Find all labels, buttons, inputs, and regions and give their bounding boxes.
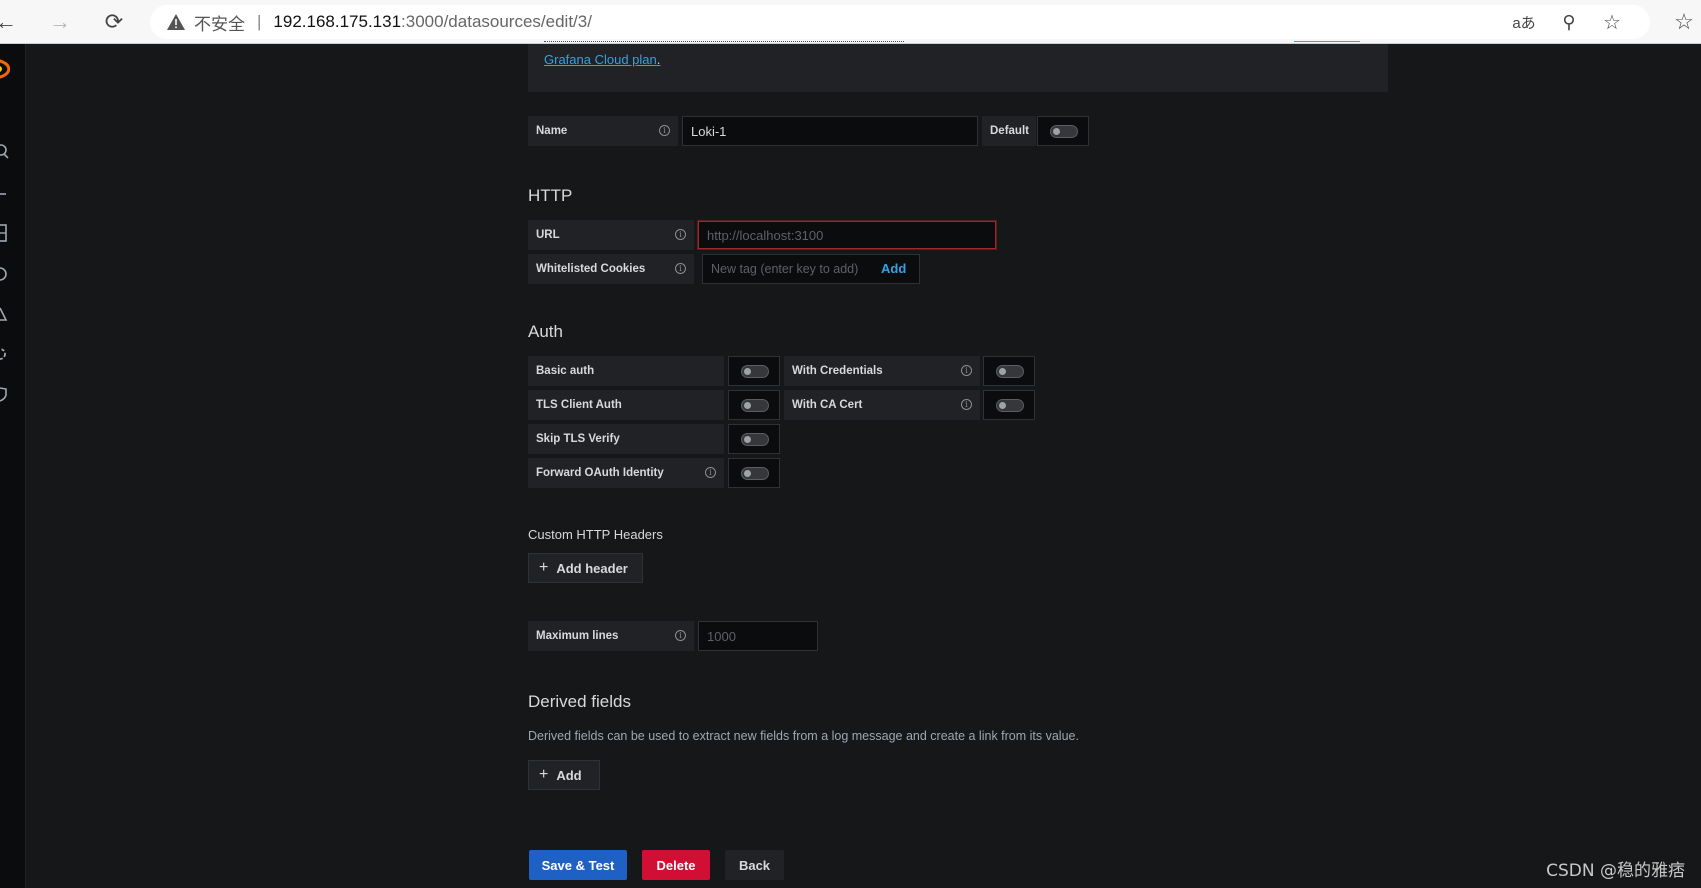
http-section-title: HTTP [528, 186, 573, 205]
url-input[interactable]: http://localhost:3100 [698, 221, 996, 249]
info-icon[interactable]: i [659, 125, 670, 136]
basic-auth-label: Basic auth [528, 356, 724, 386]
zoom-icon[interactable]: ⚲ [1555, 9, 1583, 35]
with-credentials-toggle[interactable] [983, 356, 1035, 386]
custom-headers-title: Custom HTTP Headers [528, 527, 663, 542]
back-icon[interactable]: ← [0, 6, 22, 38]
grafana-logo-icon[interactable] [0, 58, 10, 80]
reload-icon[interactable]: ⟳ [98, 6, 130, 38]
default-toggle[interactable] [1037, 116, 1089, 146]
default-label: Default [982, 116, 1036, 146]
whitelisted-cookies-label: Whitelisted Cookies i [528, 254, 694, 284]
back-button[interactable]: Back [725, 850, 784, 880]
save-and-test-button[interactable]: Save & Test [529, 850, 627, 880]
address-bar[interactable]: 不安全 | 192.168.175.131:3000/datasources/e… [150, 5, 1650, 39]
cookies-add-button[interactable]: Add [881, 261, 906, 276]
basic-auth-toggle[interactable] [728, 356, 780, 386]
add-header-button[interactable]: + Add header [528, 553, 643, 583]
with-credentials-text: With Credentials [792, 365, 883, 377]
derived-fields-description: Derived fields can be used to extract ne… [528, 729, 1079, 743]
forward-icon[interactable]: → [44, 6, 76, 38]
tls-client-auth-label: TLS Client Auth [528, 390, 724, 420]
grafana-cloud-info-box: Grafana Cloud plan. [528, 41, 1388, 92]
plus-icon: + [539, 559, 549, 576]
info-icon[interactable]: i [961, 365, 972, 376]
search-icon[interactable] [0, 144, 10, 160]
insecure-label: 不安全 [194, 14, 245, 35]
add-header-label: Add header [556, 560, 628, 576]
add-derived-field-button[interactable]: + Add [528, 760, 600, 790]
toggle-switch[interactable] [1050, 125, 1078, 138]
auth-section-title: Auth [528, 322, 563, 341]
with-ca-cert-text: With CA Cert [792, 399, 863, 411]
favorites-icon[interactable]: ☆ [1670, 9, 1698, 35]
info-icon[interactable]: i [961, 399, 972, 410]
toggle-switch[interactable] [996, 399, 1024, 412]
maximum-lines-label: Maximum lines i [528, 621, 694, 651]
info-icon[interactable]: i [675, 263, 686, 274]
cookies-label-text: Whitelisted Cookies [536, 263, 646, 275]
cookies-placeholder: New tag (enter key to add) [711, 262, 859, 276]
toggle-switch[interactable] [741, 399, 769, 412]
plus-icon: + [539, 766, 549, 783]
shield-icon[interactable] [0, 386, 10, 402]
dashboards-icon[interactable] [0, 224, 10, 242]
info-icon[interactable]: i [675, 229, 686, 240]
cloud-link-period: . [656, 52, 661, 67]
forward-oauth-text: Forward OAuth Identity [536, 467, 664, 479]
delete-button[interactable]: Delete [642, 850, 710, 880]
warning-icon [167, 14, 185, 30]
cloud-link-text[interactable]: Grafana Cloud plan [544, 52, 657, 67]
add-favorite-icon[interactable]: ☆ [1598, 9, 1626, 35]
maximum-lines-input[interactable]: 1000 [698, 621, 818, 651]
info-icon[interactable]: i [675, 630, 686, 641]
url-label: URL i [528, 220, 694, 250]
with-credentials-label: With Credentials i [784, 356, 980, 386]
forward-oauth-toggle[interactable] [728, 458, 780, 488]
tls-client-auth-toggle[interactable] [728, 390, 780, 420]
name-label-text: Name [536, 125, 568, 137]
derived-fields-title: Derived fields [528, 692, 631, 711]
forward-oauth-label: Forward OAuth Identity i [528, 458, 724, 488]
toggle-switch[interactable] [741, 433, 769, 446]
url-label-text: URL [536, 229, 560, 241]
toggle-switch[interactable] [741, 365, 769, 378]
url-host: 192.168.175.131 [273, 12, 402, 31]
url-path: :3000/datasources/edit/3/ [401, 12, 592, 31]
grafana-cloud-plan-link[interactable]: Grafana Cloud plan. [544, 52, 660, 67]
toggle-switch[interactable] [741, 467, 769, 480]
skip-tls-verify-toggle[interactable] [728, 424, 780, 454]
configuration-icon[interactable] [0, 346, 10, 362]
name-label: Name i [528, 116, 678, 146]
read-aloud-icon[interactable]: aあ [1510, 9, 1538, 35]
explore-icon[interactable] [0, 266, 10, 282]
with-ca-cert-toggle[interactable] [983, 390, 1035, 420]
clipped-link-line [1294, 38, 1360, 42]
toggle-switch[interactable] [996, 365, 1024, 378]
plus-icon[interactable] [0, 186, 10, 202]
grafana-sidebar [0, 44, 26, 888]
name-input[interactable]: Loki-1 [682, 116, 978, 146]
csdn-watermark: CSDN @稳的雅痞 [1546, 861, 1685, 881]
add-derived-field-label: Add [556, 767, 582, 783]
with-ca-cert-label: With CA Cert i [784, 390, 980, 420]
address-separator: | [257, 12, 262, 31]
skip-tls-verify-label: Skip TLS Verify [528, 424, 724, 454]
clipped-text-line [544, 38, 904, 42]
info-icon[interactable]: i [705, 467, 716, 478]
alerting-icon[interactable] [0, 306, 10, 322]
maximum-lines-text: Maximum lines [536, 630, 619, 642]
